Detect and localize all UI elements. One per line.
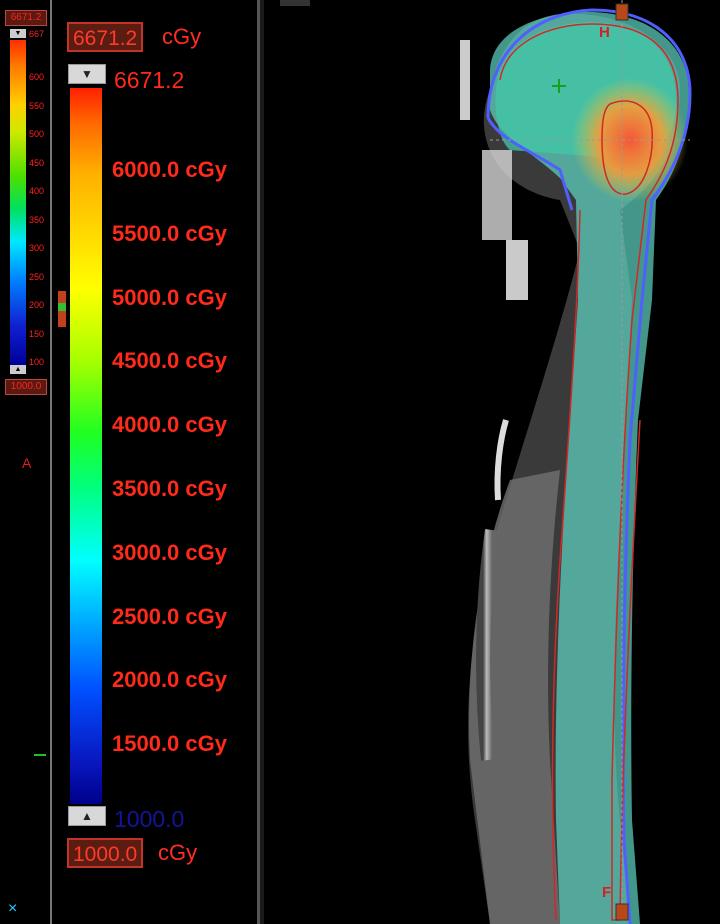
dose-color-bar [70,88,102,804]
colorbar-tick-label: 5500.0 cGy [112,221,227,246]
colorbar-tick-label: 4000.0 cGy [112,412,227,437]
colorbar-tick-label: 1500.0 cGy [112,731,227,756]
range-top-label: 6671.2 [114,67,185,93]
orientation-label-a: A [22,455,32,471]
mini-tick: 350 [29,214,45,225]
colorbar-scroll-up-button[interactable]: ▲ [68,806,106,826]
window-level-marker[interactable] [58,291,66,327]
colorbar-tick-label: 6000.0 cGy [112,157,227,182]
slice-position-marker [34,754,46,756]
mini-scroll-down-button[interactable]: ▼ [10,29,26,38]
mini-tick: 500 [29,129,45,139]
mini-scroll-up-button[interactable]: ▲ [10,365,26,374]
foot-marker: F [602,884,612,901]
mini-color-bar [10,40,26,365]
max-dose-input[interactable]: 6671.2 [67,22,144,52]
mini-tick: 450 [29,157,45,168]
mini-tick: 100 [29,357,45,367]
range-bottom-label: 1000.0 [114,806,185,832]
colorbar-tick-label: 2000.0 cGy [112,667,227,692]
colorbar-scroll-down-button[interactable]: ▼ [68,64,106,84]
dose-colorbar-panel: 6671.2 cGy ▼ 6671.2 6000.0 cGy 5500.0 cGy… [54,0,260,924]
ct-dose-image [260,0,692,924]
sagittal-dose-viewport[interactable]: H F [260,0,720,924]
mini-tick: 300 [29,243,45,253]
colorbar-tick-label: 3000.0 cGy [112,540,227,565]
mini-tick: 667 [29,29,45,39]
mini-legend-panel: 6671.2 ▼ 667 600 550 500 450 400 350 300 250 200… [0,0,52,924]
min-dose-input[interactable]: 1000.0 [67,838,144,868]
colorbar-tick-label: 5000.0 cGy [112,285,227,310]
mini-min-value[interactable]: 1000.0 [5,379,47,395]
colorbar-tick-label: 3500.0 cGy [112,476,227,501]
mini-tick: 200 [29,300,45,310]
max-dose-unit: cGy [162,24,202,49]
mini-tick: 550 [29,100,45,111]
mini-tick: 400 [29,186,45,196]
min-dose-unit: cGy [158,840,198,865]
close-icon[interactable]: × [8,900,17,918]
mini-tick: 600 [29,72,45,82]
head-marker: H [599,24,610,41]
mini-max-value[interactable]: 6671.2 [5,10,47,26]
mini-tick: 250 [29,271,45,282]
colorbar-tick-label: 2500.0 cGy [112,604,227,629]
mini-tick: 150 [29,328,45,339]
colorbar-tick-label: 4500.0 cGy [112,348,227,373]
